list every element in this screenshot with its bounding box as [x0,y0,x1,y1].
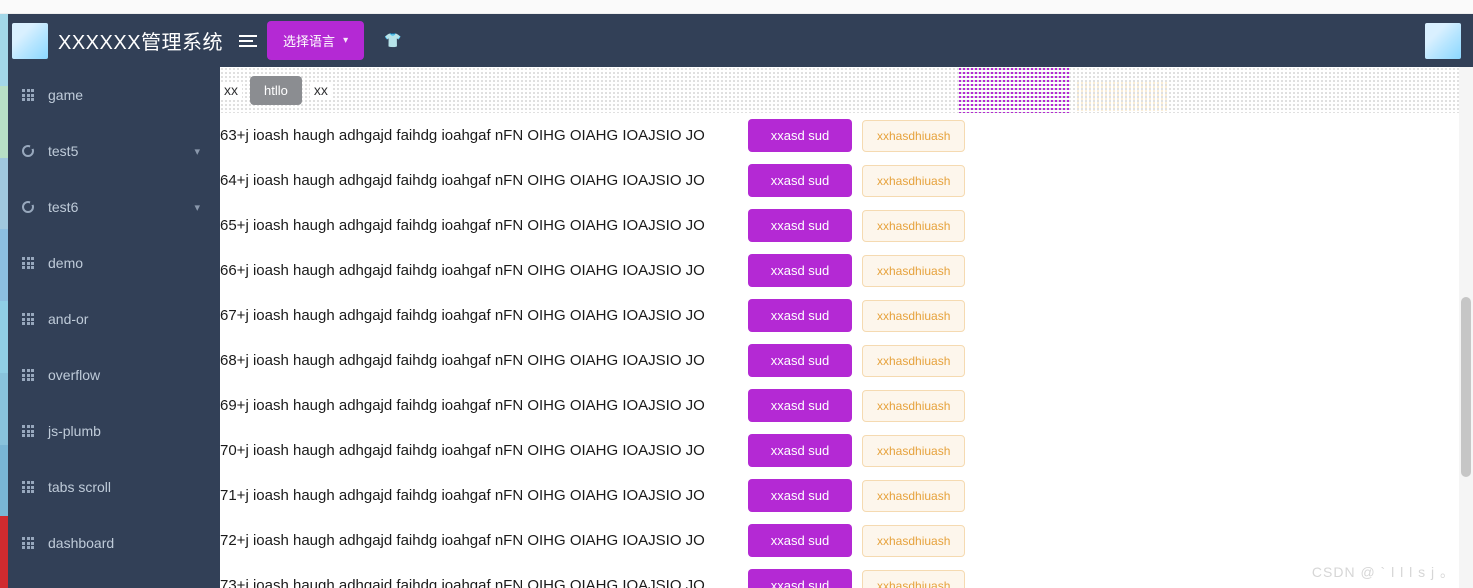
secondary-action-button[interactable]: xxhasdhiuash [862,525,965,557]
list-item: 69+j ioash haugh adhgajd faihdg ioahgaf … [220,383,1473,428]
list-item: 67+j ioash haugh adhgajd faihdg ioahgaf … [220,293,1473,338]
grid-icon [20,311,36,327]
secondary-action-button[interactable]: xxhasdhiuash [862,165,965,197]
patterned-header-row: xx htllo xx [220,67,1473,113]
ring-icon [20,143,36,159]
sidebar-item-label: tabs scroll [48,479,200,495]
scrollbar-thumb[interactable] [1461,297,1471,477]
secondary-action-button[interactable]: xxhasdhiuash [862,480,965,512]
primary-action-button[interactable]: xxasd sud [748,299,852,332]
row-text: 67+j ioash haugh adhgajd faihdg ioahgaf … [220,307,738,324]
header-xx-2: xx [310,82,332,98]
row-text: 64+j ioash haugh adhgajd faihdg ioahgaf … [220,172,738,189]
sidebar-item-label: js-plumb [48,423,200,439]
primary-action-button[interactable]: xxasd sud [748,344,852,377]
chevron-down-icon: ▾ [343,35,348,46]
grid-icon [20,535,36,551]
language-select-label: 选择语言 [283,31,335,50]
grid-icon [20,367,36,383]
chevron-down-icon: ▾ [194,201,200,214]
sidebar: gametest5▾test6▾demoand-oroverflowjs-plu… [0,67,220,588]
primary-action-button[interactable]: xxasd sud [748,119,852,152]
language-select-button[interactable]: 选择语言 ▾ [267,21,364,60]
grid-icon [20,479,36,495]
list-item: 73+j ioash haugh adhgajd faihdg ioahgaf … [220,563,1473,588]
avatar[interactable] [1425,23,1461,59]
sidebar-item-test5[interactable]: test5▾ [0,123,220,179]
list-item: 64+j ioash haugh adhgajd faihdg ioahgaf … [220,158,1473,203]
chevron-down-icon: ▾ [194,145,200,158]
htllo-button[interactable]: htllo [250,76,302,105]
row-text: 66+j ioash haugh adhgajd faihdg ioahgaf … [220,262,738,279]
secondary-action-button[interactable]: xxhasdhiuash [862,120,965,152]
header-xx-1: xx [220,82,242,98]
app-header: XXXXXX管理系统 选择语言 ▾ 👕 [0,14,1473,67]
app-logo [12,23,48,59]
secondary-action-button[interactable]: xxhasdhiuash [862,345,965,377]
primary-action-button[interactable]: xxasd sud [748,479,852,512]
sidebar-item-tabs-scroll[interactable]: tabs scroll [0,459,220,515]
primary-action-button[interactable]: xxasd sud [748,434,852,467]
sidebar-item-demo[interactable]: demo [0,235,220,291]
purple-pattern-decoration [958,67,1070,113]
sidebar-item-label: game [48,87,200,103]
row-text: 65+j ioash haugh adhgajd faihdg ioahgaf … [220,217,738,234]
row-text: 70+j ioash haugh adhgajd faihdg ioahgaf … [220,442,738,459]
sidebar-item-label: test6 [48,199,194,215]
list-item: 71+j ioash haugh adhgajd faihdg ioahgaf … [220,473,1473,518]
main-content: xx htllo xx 63+j ioash haugh adhgajd fai… [220,67,1473,588]
primary-action-button[interactable]: xxasd sud [748,209,852,242]
sidebar-item-js-plumb[interactable]: js-plumb [0,403,220,459]
primary-action-button[interactable]: xxasd sud [748,254,852,287]
secondary-action-button[interactable]: xxhasdhiuash [862,300,965,332]
scrollbar-track [1459,67,1473,588]
sidebar-item-label: and-or [48,311,200,327]
secondary-action-button[interactable]: xxhasdhiuash [862,570,965,588]
browser-chrome [0,0,1473,14]
row-text: 73+j ioash haugh adhgajd faihdg ioahgaf … [220,577,738,588]
row-text: 72+j ioash haugh adhgajd faihdg ioahgaf … [220,532,738,549]
primary-action-button[interactable]: xxasd sud [748,569,852,588]
sidebar-item-dashboard[interactable]: dashboard [0,515,220,571]
sidebar-item-label: overflow [48,367,200,383]
sidebar-item-test6[interactable]: test6▾ [0,179,220,235]
secondary-action-button[interactable]: xxhasdhiuash [862,210,965,242]
sidebar-item-overflow[interactable]: overflow [0,347,220,403]
list-item: 63+j ioash haugh adhgajd faihdg ioahgaf … [220,113,1473,158]
list-item: 72+j ioash haugh adhgajd faihdg ioahgaf … [220,518,1473,563]
primary-action-button[interactable]: xxasd sud [748,164,852,197]
ring-icon [20,199,36,215]
sidebar-item-label: dashboard [48,535,200,551]
browser-tab-strip [0,14,8,588]
grid-icon [20,87,36,103]
secondary-action-button[interactable]: xxhasdhiuash [862,255,965,287]
row-text: 63+j ioash haugh adhgajd faihdg ioahgaf … [220,127,738,144]
row-text: 69+j ioash haugh adhgajd faihdg ioahgaf … [220,397,738,414]
row-text: 68+j ioash haugh adhgajd faihdg ioahgaf … [220,352,738,369]
sidebar-item-label: test5 [48,143,194,159]
grid-icon [20,423,36,439]
orange-pattern-decoration [1076,81,1168,111]
sidebar-item-and-or[interactable]: and-or [0,291,220,347]
list-item: 65+j ioash haugh adhgajd faihdg ioahgaf … [220,203,1473,248]
sidebar-item-label: demo [48,255,200,271]
row-text: 71+j ioash haugh adhgajd faihdg ioahgaf … [220,487,738,504]
list-item: 66+j ioash haugh adhgajd faihdg ioahgaf … [220,248,1473,293]
theme-icon[interactable]: 👕 [384,32,401,49]
secondary-action-button[interactable]: xxhasdhiuash [862,390,965,422]
list-item: 68+j ioash haugh adhgajd faihdg ioahgaf … [220,338,1473,383]
secondary-action-button[interactable]: xxhasdhiuash [862,435,965,467]
sidebar-item-game[interactable]: game [0,67,220,123]
app-title: XXXXXX管理系统 [58,26,223,55]
primary-action-button[interactable]: xxasd sud [748,389,852,422]
primary-action-button[interactable]: xxasd sud [748,524,852,557]
list-item: 70+j ioash haugh adhgajd faihdg ioahgaf … [220,428,1473,473]
grid-icon [20,255,36,271]
menu-toggle-icon[interactable] [239,35,257,47]
